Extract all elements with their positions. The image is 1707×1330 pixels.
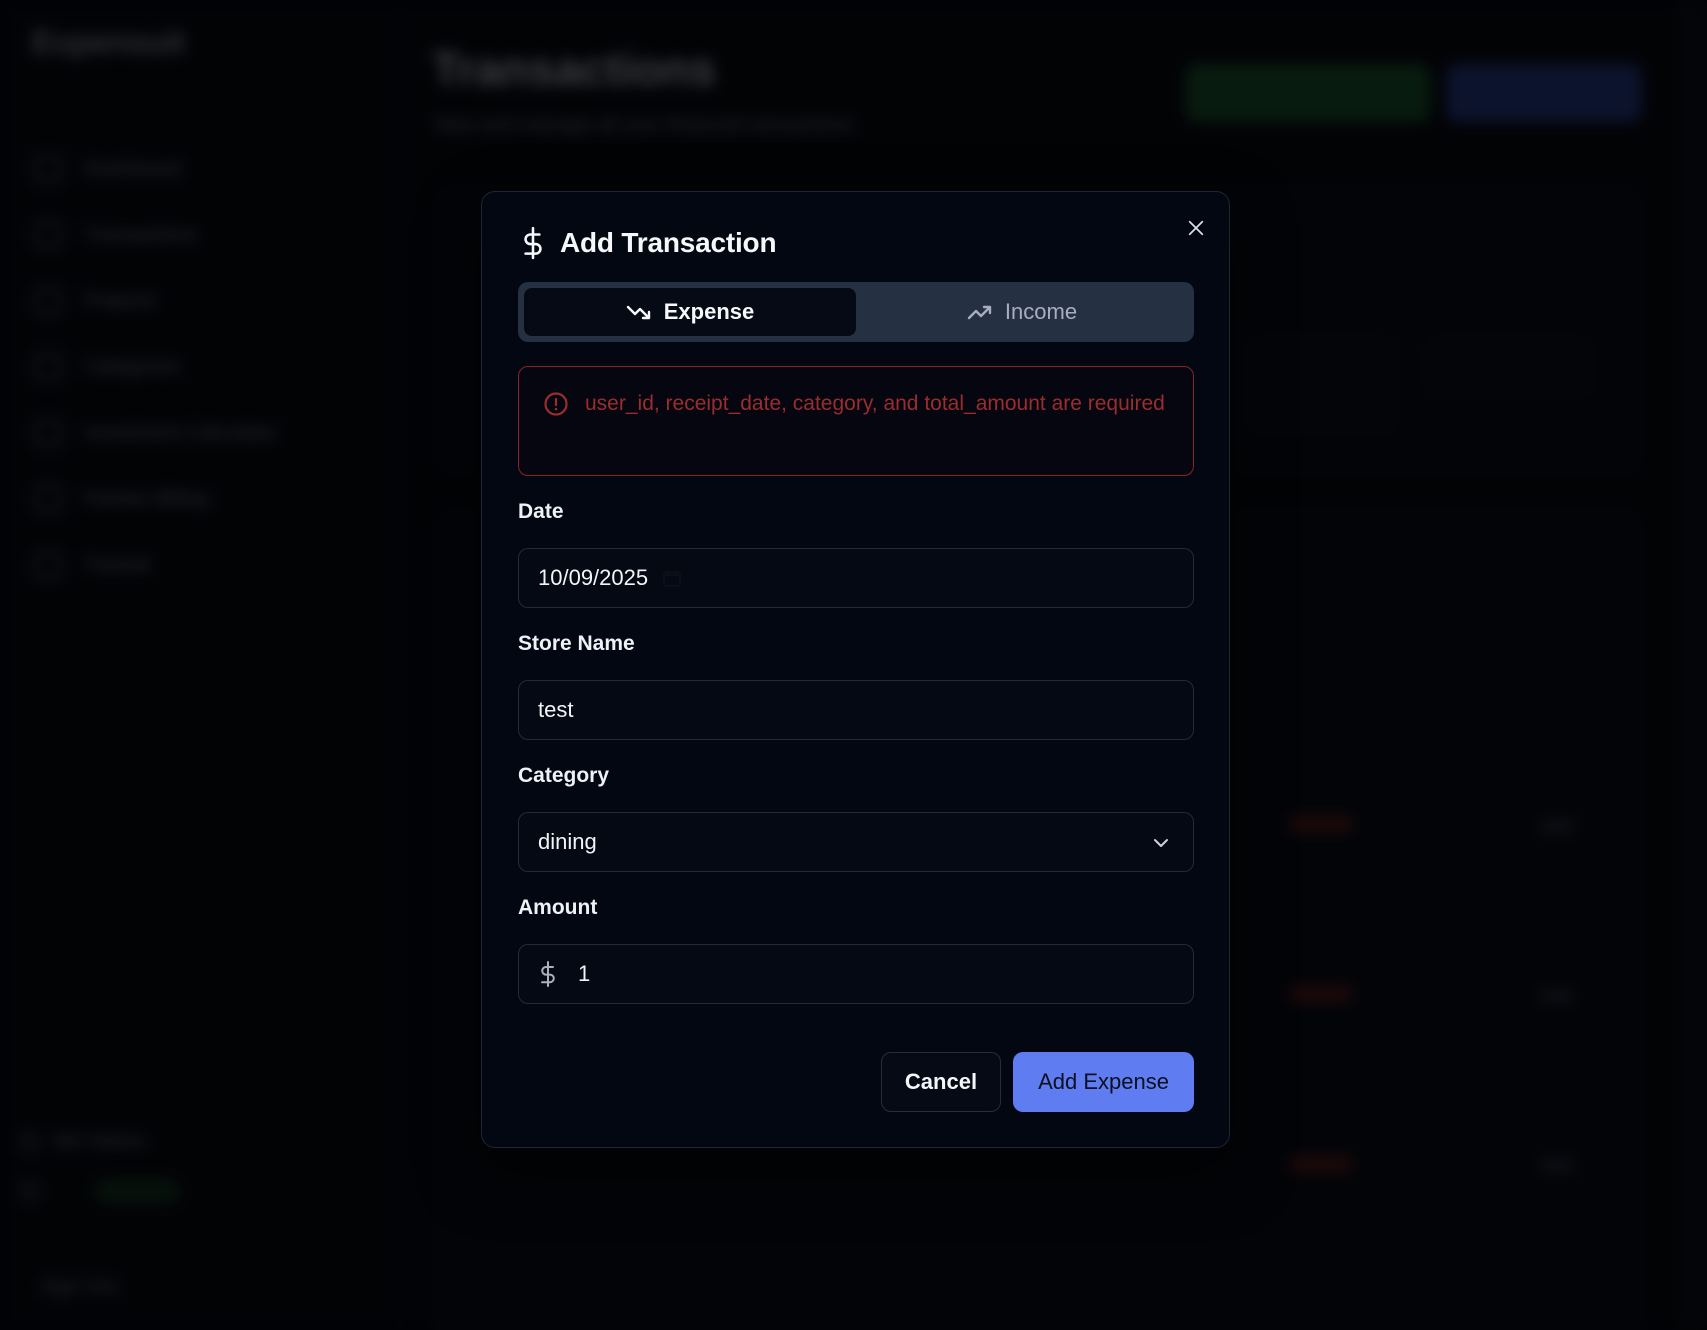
add-transaction-dialog: Add Transaction Expense Income user_id, … (481, 191, 1230, 1148)
amount-label: Amount (518, 896, 598, 919)
chevron-down-icon (1154, 839, 1168, 847)
dialog-header: Add Transaction (520, 226, 777, 260)
category-value: dining (538, 829, 597, 854)
error-alert: user_id, receipt_date, category, and tot… (518, 366, 1194, 476)
store-name-input[interactable] (538, 697, 1174, 723)
cancel-button[interactable]: Cancel (881, 1052, 1001, 1112)
store-name-label: Store Name (518, 632, 635, 655)
trending-down-icon (626, 305, 650, 320)
category-select[interactable]: dining (518, 812, 1194, 872)
income-tab-label: Income (1004, 299, 1078, 324)
close-icon (1188, 220, 1204, 236)
dollar-icon (524, 226, 542, 260)
date-label: Date (518, 500, 564, 523)
error-message: user_id, receipt_date, category, and tot… (585, 392, 1165, 415)
date-value: 10/09/2025 (538, 565, 649, 590)
amount-input[interactable] (578, 961, 1174, 987)
date-field[interactable]: 10/09/2025 (518, 548, 1194, 608)
category-label: Category (518, 764, 610, 787)
close-button[interactable] (1182, 214, 1210, 242)
expense-tab-label: Expense (663, 299, 755, 324)
dialog-title: Add Transaction (560, 227, 777, 258)
add-expense-button[interactable]: Add Expense (1013, 1052, 1194, 1112)
income-tab[interactable]: Income (856, 288, 1188, 336)
dollar-icon (541, 961, 555, 987)
expense-tab[interactable]: Expense (524, 288, 856, 336)
trending-up-icon (967, 305, 992, 320)
store-name-field[interactable] (518, 680, 1194, 740)
calendar-icon[interactable] (662, 568, 682, 588)
alert-circle-icon (544, 392, 568, 416)
transaction-type-toggle: Expense Income (518, 282, 1194, 342)
amount-field[interactable] (518, 944, 1194, 1004)
